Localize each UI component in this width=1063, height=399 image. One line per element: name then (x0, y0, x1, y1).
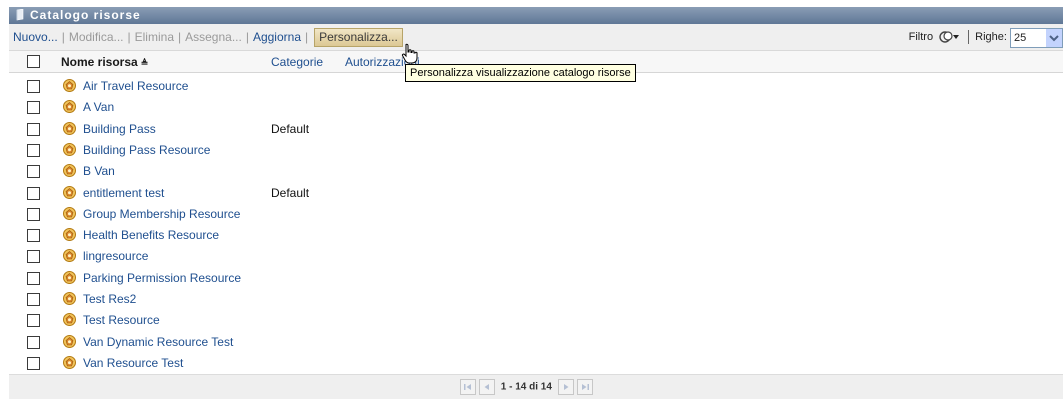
new-button[interactable]: Nuovo... (13, 30, 58, 44)
resource-name-link[interactable]: lingresource (83, 249, 148, 263)
filter-label: Filtro (908, 31, 934, 43)
row-checkbox[interactable] (27, 208, 40, 221)
toolbar-separator: | (305, 30, 309, 44)
row-checkbox[interactable] (27, 250, 40, 263)
edit-button[interactable]: Modifica... (69, 30, 124, 44)
pagination-bar: 1 - 14 di 14 (9, 374, 1063, 399)
resource-name-link[interactable]: Van Dynamic Resource Test (83, 335, 233, 349)
resource-name-link[interactable]: B Van (83, 164, 115, 178)
row-checkbox[interactable] (27, 165, 40, 178)
rows-per-page-select[interactable]: 25 (1010, 28, 1063, 49)
last-page-icon[interactable] (576, 379, 593, 395)
toolbar-right-tools: Filtro Righe: 25 (909, 24, 1063, 50)
toolbar: Nuovo... | Modifica... | Elimina | Assegna... |… (9, 24, 1063, 51)
resource-name-link[interactable]: Building Pass Resource (83, 143, 210, 157)
toolbar-separator: | (61, 30, 65, 44)
table-row: Building Pass Default (9, 118, 1063, 139)
resource-category: Default (271, 186, 310, 200)
resource-name-link[interactable]: Air Travel Resource (83, 79, 188, 93)
table-row: B Van (9, 160, 1063, 181)
resource-icon (63, 100, 76, 113)
resource-icon (63, 186, 76, 199)
select-all-checkbox[interactable] (27, 55, 40, 68)
toolbar-divider (968, 30, 970, 45)
resource-name-link[interactable]: Building Pass (83, 122, 156, 136)
hand-cursor-icon (401, 43, 418, 64)
table-row: Test Res2 (9, 288, 1063, 309)
resource-icon (63, 164, 76, 177)
customize-button[interactable]: Personalizza... (314, 28, 403, 47)
toolbar-separator: | (178, 30, 182, 44)
table-row: lingresource (9, 245, 1063, 266)
row-checkbox[interactable] (27, 272, 40, 285)
resource-icon (63, 249, 76, 262)
resource-name-link[interactable]: Parking Permission Resource (83, 271, 241, 285)
resource-name-link[interactable]: Van Resource Test (83, 356, 183, 370)
sort-ascending-icon: ≜ (140, 58, 149, 68)
first-page-icon[interactable] (460, 379, 476, 395)
delete-button[interactable]: Elimina (135, 30, 174, 44)
resource-name-link[interactable]: Group Membership Resource (83, 207, 240, 221)
toolbar-separator: | (127, 30, 131, 44)
resource-name-link[interactable]: Test Res2 (83, 292, 136, 306)
resource-icon (63, 143, 76, 156)
table-row: Parking Permission Resource (9, 267, 1063, 288)
toolbar-separator: | (245, 30, 249, 44)
resource-name-link[interactable]: Health Benefits Resource (83, 228, 219, 242)
row-checkbox[interactable] (27, 357, 40, 370)
previous-page-icon[interactable] (479, 379, 495, 395)
page-title: Catalogo risorse (30, 8, 141, 22)
table-row: Van Dynamic Resource Test (9, 331, 1063, 352)
resource-icon (63, 313, 76, 326)
table-row: A Van (9, 96, 1063, 117)
resource-category: Default (271, 122, 310, 136)
column-header-name[interactable]: Nome risorsa ≜ (61, 55, 148, 69)
catalog-book-icon (16, 9, 24, 21)
toolbar-actions: Nuovo... | Modifica... | Elimina | Assegna... |… (13, 24, 403, 50)
table-row: Building Pass Resource (9, 139, 1063, 160)
pager: 1 - 14 di 14 (460, 379, 596, 395)
filter-icon[interactable] (938, 30, 960, 44)
table-row: Health Benefits Resource (9, 224, 1063, 245)
resource-name-link[interactable]: entitlement test (83, 186, 164, 200)
row-checkbox[interactable] (27, 187, 40, 200)
customize-tooltip: Personalizza visualizzazione catalogo ri… (405, 64, 636, 82)
catalog-title-bar: Catalogo risorse (9, 7, 1063, 24)
rows-per-page-value: 25 (1014, 32, 1027, 45)
column-header-categories[interactable]: Categorie (271, 55, 323, 69)
resource-icon (63, 292, 76, 305)
row-checkbox[interactable] (27, 123, 40, 136)
page-range: 1 - 14 di 14 (500, 381, 552, 393)
refresh-button[interactable]: Aggiorna (253, 30, 301, 44)
row-checkbox[interactable] (27, 101, 40, 114)
resource-icon (63, 207, 76, 220)
row-checkbox[interactable] (27, 293, 40, 306)
resource-icon (63, 228, 76, 241)
row-checkbox[interactable] (27, 336, 40, 349)
assign-button[interactable]: Assegna... (185, 30, 242, 44)
chevron-down-icon[interactable] (1046, 29, 1062, 48)
resource-name-link[interactable]: A Van (83, 100, 114, 114)
table-row: Test Resource (9, 309, 1063, 330)
table-row: entitlement test Default (9, 182, 1063, 203)
resource-icon (63, 335, 76, 348)
resource-icon (63, 79, 76, 92)
resource-icon (63, 356, 76, 369)
table-row: Van Resource Test (9, 352, 1063, 373)
row-checkbox[interactable] (27, 314, 40, 327)
resource-name-link[interactable]: Test Resource (83, 313, 160, 327)
resource-icon (63, 271, 76, 284)
rows-label: Righe: (975, 31, 1007, 43)
column-header-name-label: Nome risorsa (61, 55, 138, 69)
row-checkbox[interactable] (27, 144, 40, 157)
row-checkbox[interactable] (27, 80, 40, 93)
table-row: Group Membership Resource (9, 203, 1063, 224)
next-page-icon[interactable] (557, 379, 574, 395)
resource-icon (63, 122, 76, 135)
row-checkbox[interactable] (27, 229, 40, 242)
